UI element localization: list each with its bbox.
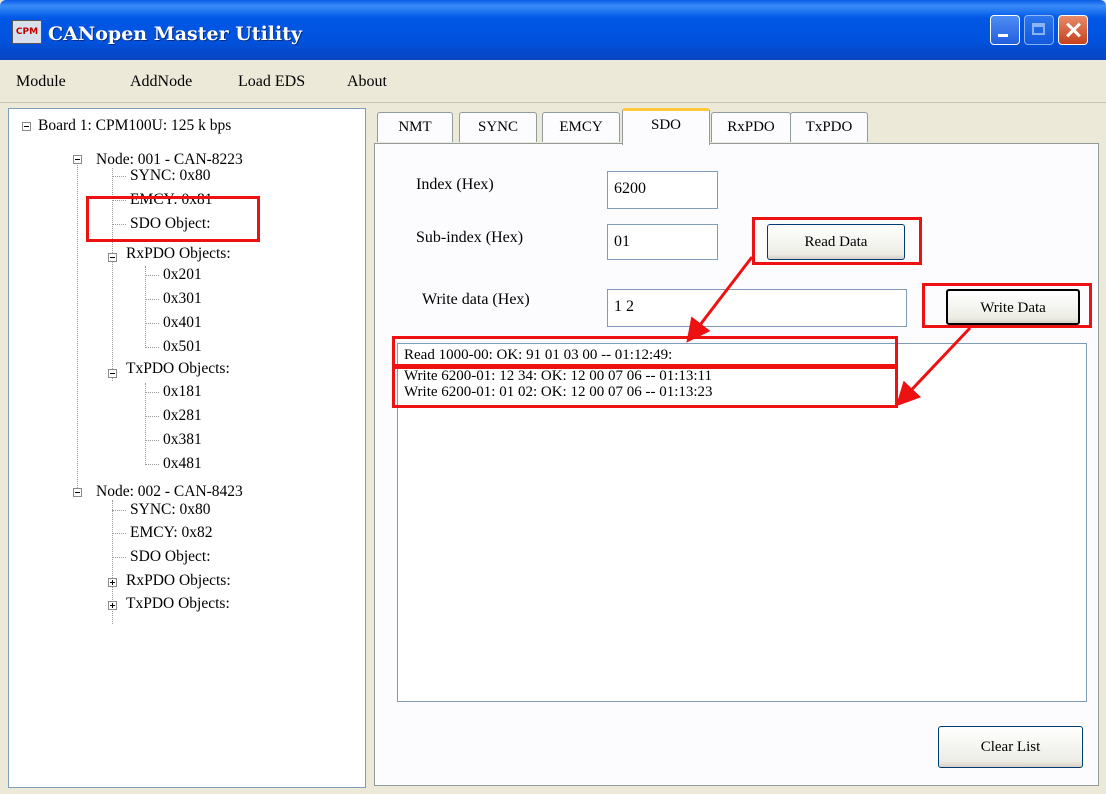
close-button[interactable] [1058, 15, 1088, 45]
tree-board[interactable]: Board 1: CPM100U: 125 k bps [38, 117, 231, 135]
tree-line [112, 510, 126, 511]
menu-addnode[interactable]: AddNode [130, 72, 192, 92]
clear-list-button[interactable]: Clear List [938, 726, 1083, 768]
menu-about[interactable]: About [347, 72, 387, 92]
tree-rxpdo-item[interactable]: 0x301 [163, 290, 202, 308]
maximize-button[interactable] [1024, 15, 1054, 45]
tab-txpdo[interactable]: TxPDO [790, 112, 868, 142]
collapse-node2-toggle[interactable] [73, 488, 82, 497]
tab-emcy[interactable]: EMCY [542, 112, 620, 142]
menu-load-eds[interactable]: Load EDS [238, 72, 305, 92]
tree-node2-rxpdo[interactable]: RxPDO Objects: [126, 572, 231, 590]
tree-line [145, 440, 159, 441]
app-icon: CPM [12, 20, 42, 44]
window-title: CANopen Master Utility [48, 23, 303, 45]
collapse-board-toggle[interactable] [22, 122, 31, 131]
tree-line [145, 383, 146, 465]
tab-sync[interactable]: SYNC [459, 112, 537, 142]
tree-line [145, 299, 159, 300]
tree-rxpdo-item[interactable]: 0x501 [163, 338, 202, 356]
tree-node2-emcy[interactable]: EMCY: 0x82 [130, 524, 213, 542]
collapse-node1-toggle[interactable] [73, 155, 82, 164]
tree-txpdo-item[interactable]: 0x481 [163, 455, 202, 473]
write-data-label: Write data (Hex) [422, 291, 530, 308]
tree-line [145, 275, 159, 276]
expand-rxpdo2-toggle[interactable] [108, 578, 117, 587]
index-input[interactable]: 6200 [607, 171, 718, 209]
collapse-txpdo-toggle[interactable] [108, 369, 117, 378]
tree-line [112, 533, 126, 534]
tree-txpdo-item[interactable]: 0x381 [163, 431, 202, 449]
tree-line [112, 176, 126, 177]
tab-sdo[interactable]: SDO [622, 108, 710, 145]
subindex-input[interactable]: 01 [607, 224, 718, 260]
tree-node1-txpdo[interactable]: TxPDO Objects: [126, 360, 230, 378]
subindex-label: Sub-index (Hex) [416, 229, 524, 246]
write-data-input[interactable]: 1 2 [607, 289, 907, 327]
tree-line [77, 159, 78, 488]
highlight-box [922, 283, 1092, 328]
collapse-rxpdo-toggle[interactable] [108, 253, 117, 262]
tree-node2-sync[interactable]: SYNC: 0x80 [130, 501, 211, 519]
tree-node2-sdo[interactable]: SDO Object: [130, 548, 211, 566]
tree-rxpdo-item[interactable]: 0x201 [163, 266, 202, 284]
tree-line [145, 266, 146, 348]
tree-node1-sync[interactable]: SYNC: 0x80 [130, 167, 211, 185]
tree-txpdo-item[interactable]: 0x281 [163, 407, 202, 425]
tree-line [145, 416, 159, 417]
tree-line [145, 323, 159, 324]
tree-rxpdo-item[interactable]: 0x401 [163, 314, 202, 332]
tree-line [112, 557, 126, 558]
tree-node2-txpdo[interactable]: TxPDO Objects: [126, 595, 230, 613]
tree-node-002[interactable]: Node: 002 - CAN-8423 [96, 483, 243, 501]
index-label: Index (Hex) [416, 176, 494, 193]
highlight-box [392, 364, 898, 408]
minimize-button[interactable] [990, 15, 1020, 45]
expand-txpdo2-toggle[interactable] [108, 601, 117, 610]
tree-line [145, 392, 159, 393]
highlight-box [86, 196, 260, 242]
highlight-box [752, 217, 922, 265]
tree-line [145, 347, 159, 348]
tree-node1-rxpdo[interactable]: RxPDO Objects: [126, 245, 231, 263]
tree-line [145, 464, 159, 465]
menu-module[interactable]: Module [16, 72, 66, 92]
tab-rxpdo[interactable]: RxPDO [711, 112, 791, 142]
tree-txpdo-item[interactable]: 0x181 [163, 383, 202, 401]
tab-nmt[interactable]: NMT [377, 112, 453, 142]
